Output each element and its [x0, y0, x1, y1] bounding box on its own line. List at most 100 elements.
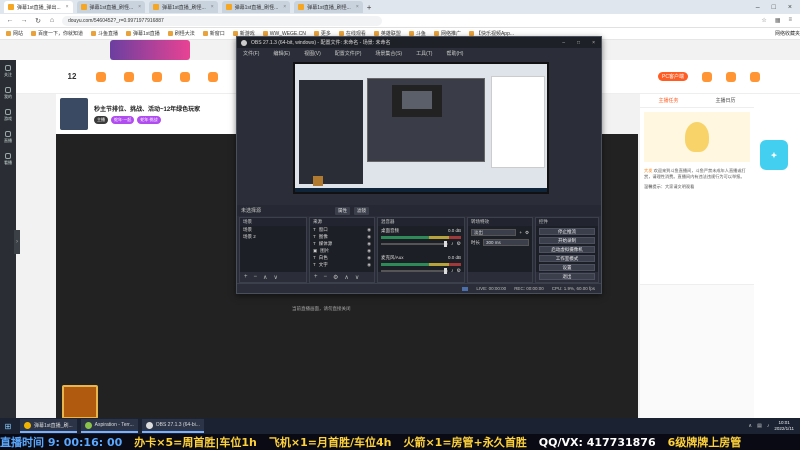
source-item[interactable]: T 媒体源 ◉: [310, 240, 374, 247]
exit-button[interactable]: 退出: [539, 273, 595, 280]
menu-edit[interactable]: 编辑(E): [273, 50, 290, 57]
rail-item[interactable]: 看播: [0, 148, 16, 170]
nav-icon[interactable]: [208, 71, 218, 82]
nav-icon[interactable]: [124, 71, 134, 82]
speaker-icon[interactable]: ♪: [451, 241, 454, 247]
close-tab-icon[interactable]: ×: [66, 4, 69, 10]
promo-banner[interactable]: [110, 40, 190, 60]
bookmark[interactable]: 斗鱼直播: [91, 30, 118, 37]
menu-scene-collection[interactable]: 场景集合(S): [375, 50, 402, 57]
minimize-icon[interactable]: –: [756, 4, 760, 11]
scene-item[interactable]: 场景 2: [240, 233, 306, 240]
source-settings-icon[interactable]: ⚙: [333, 274, 338, 281]
filters-button[interactable]: 滤镜: [354, 206, 370, 215]
scene-item[interactable]: 场景: [240, 226, 306, 233]
stream-tag[interactable]: 主播: [94, 116, 108, 124]
taskbar-item[interactable]: 弹幕1st直播_刷...: [20, 419, 77, 433]
visibility-icon[interactable]: ◉: [367, 262, 371, 268]
tray-arrow-icon[interactable]: ∧: [748, 423, 752, 429]
source-item[interactable]: ▣ 图片 ◉: [310, 247, 374, 254]
pc-client-button[interactable]: PC客户端: [658, 72, 688, 81]
gear-icon[interactable]: ⚙: [457, 268, 461, 274]
menu-profile[interactable]: 配置文件(P): [335, 50, 362, 57]
move-up-icon[interactable]: ∧: [344, 274, 348, 281]
menu-help[interactable]: 帮助(H): [446, 50, 463, 57]
history-icon[interactable]: [750, 71, 760, 82]
browser-tab[interactable]: 弹幕1st直播_刷怪... ×: [76, 1, 146, 13]
transition-settings-icon[interactable]: ⚙: [525, 230, 529, 236]
studio-mode-button[interactable]: 工作室模式: [539, 255, 595, 262]
browser-tab[interactable]: 弹幕1st直播_刷怪... ×: [294, 1, 363, 13]
remove-source-icon[interactable]: −: [324, 274, 328, 280]
network-icon[interactable]: ▤: [757, 423, 762, 429]
close-tab-icon[interactable]: ×: [283, 4, 286, 10]
visibility-icon[interactable]: ◉: [367, 234, 371, 240]
extensions-icon[interactable]: ▦: [775, 17, 781, 24]
tab-anchor-calendar[interactable]: 主播日历: [715, 97, 735, 104]
menu-tools[interactable]: 工具(T): [416, 50, 432, 57]
move-down-icon[interactable]: ∨: [355, 274, 359, 281]
close-icon[interactable]: ×: [788, 4, 792, 11]
avatar[interactable]: [60, 98, 88, 130]
clock[interactable]: 10:01 2022/1/11: [774, 420, 794, 432]
close-tab-icon[interactable]: ×: [138, 4, 141, 10]
rail-item[interactable]: 游戏: [0, 104, 16, 126]
start-recording-button[interactable]: 开始录制: [539, 237, 595, 244]
settings-button[interactable]: 设置: [539, 264, 595, 271]
properties-button[interactable]: 属性: [335, 206, 351, 215]
rail-item[interactable]: 关注: [0, 60, 16, 82]
transition-select[interactable]: 淡出: [471, 229, 517, 236]
source-item[interactable]: T 窗口 ◉: [310, 226, 374, 233]
stop-streaming-button[interactable]: 停止推流: [539, 228, 595, 235]
new-tab-button[interactable]: +: [367, 3, 372, 12]
slider-knob[interactable]: [443, 268, 447, 274]
duration-input[interactable]: 300 ms: [483, 239, 529, 246]
source-item[interactable]: T 图像 ◉: [310, 233, 374, 240]
back-icon[interactable]: ←: [6, 17, 14, 24]
url-input[interactable]: douyu.com/5460452?_r=0.9971977916887: [62, 15, 382, 26]
volume-slider[interactable]: [381, 268, 449, 274]
rail-item[interactable]: 我的: [0, 82, 16, 104]
stream-tag[interactable]: 蛇年·一起: [111, 116, 135, 124]
bookmark-folder[interactable]: 网络收藏夹: [775, 30, 800, 37]
menu-file[interactable]: 文件(F): [243, 50, 259, 57]
virtual-camera-button[interactable]: 启动虚拟摄像机: [539, 246, 595, 253]
reload-icon[interactable]: ↻: [34, 17, 42, 25]
message-icon[interactable]: [726, 71, 736, 82]
maximize-icon[interactable]: □: [577, 40, 580, 46]
volume-icon[interactable]: ♪: [767, 423, 770, 429]
obs-preview[interactable]: [293, 62, 549, 194]
source-item[interactable]: T 文字 ◉: [310, 261, 374, 268]
bookmark[interactable]: 弹幕1st直播: [126, 30, 160, 37]
star-icon[interactable]: ☆: [761, 17, 766, 24]
rail-collapse-icon[interactable]: ›: [14, 230, 20, 254]
move-up-icon[interactable]: ∧: [263, 274, 267, 281]
visibility-icon[interactable]: ◉: [367, 248, 371, 254]
volume-slider[interactable]: [381, 241, 449, 247]
close-tab-icon[interactable]: ×: [356, 4, 359, 10]
remove-scene-icon[interactable]: −: [254, 274, 258, 280]
taskbar-item[interactable]: Aspiration - Terr...: [80, 419, 138, 433]
visibility-icon[interactable]: ◉: [367, 255, 371, 261]
nav-icon[interactable]: [180, 71, 190, 82]
maximize-icon[interactable]: □: [772, 4, 776, 11]
chat-list[interactable]: [640, 284, 754, 418]
close-icon[interactable]: ×: [592, 40, 595, 46]
slider-knob[interactable]: [443, 241, 447, 247]
rail-item[interactable]: 直播: [0, 126, 16, 148]
nav-icon[interactable]: [96, 71, 106, 82]
minimize-icon[interactable]: –: [562, 40, 565, 46]
nav-icon[interactable]: [152, 71, 162, 82]
gear-icon[interactable]: ⚙: [457, 241, 461, 247]
visibility-icon[interactable]: ◉: [367, 227, 371, 233]
menu-view[interactable]: 视图(V): [304, 50, 321, 57]
download-icon[interactable]: [702, 71, 712, 82]
visibility-icon[interactable]: ◉: [367, 241, 371, 247]
browser-tab[interactable]: 弹幕1st直播_刷怪... ×: [221, 1, 291, 13]
bookmark[interactable]: 网站: [6, 30, 23, 37]
move-down-icon[interactable]: ∨: [273, 274, 277, 281]
add-transition-icon[interactable]: +: [519, 230, 522, 235]
source-item[interactable]: T 白色 ◉: [310, 254, 374, 261]
forward-icon[interactable]: →: [20, 17, 28, 24]
tab-anchor-tasks[interactable]: 主播任务: [658, 97, 678, 104]
